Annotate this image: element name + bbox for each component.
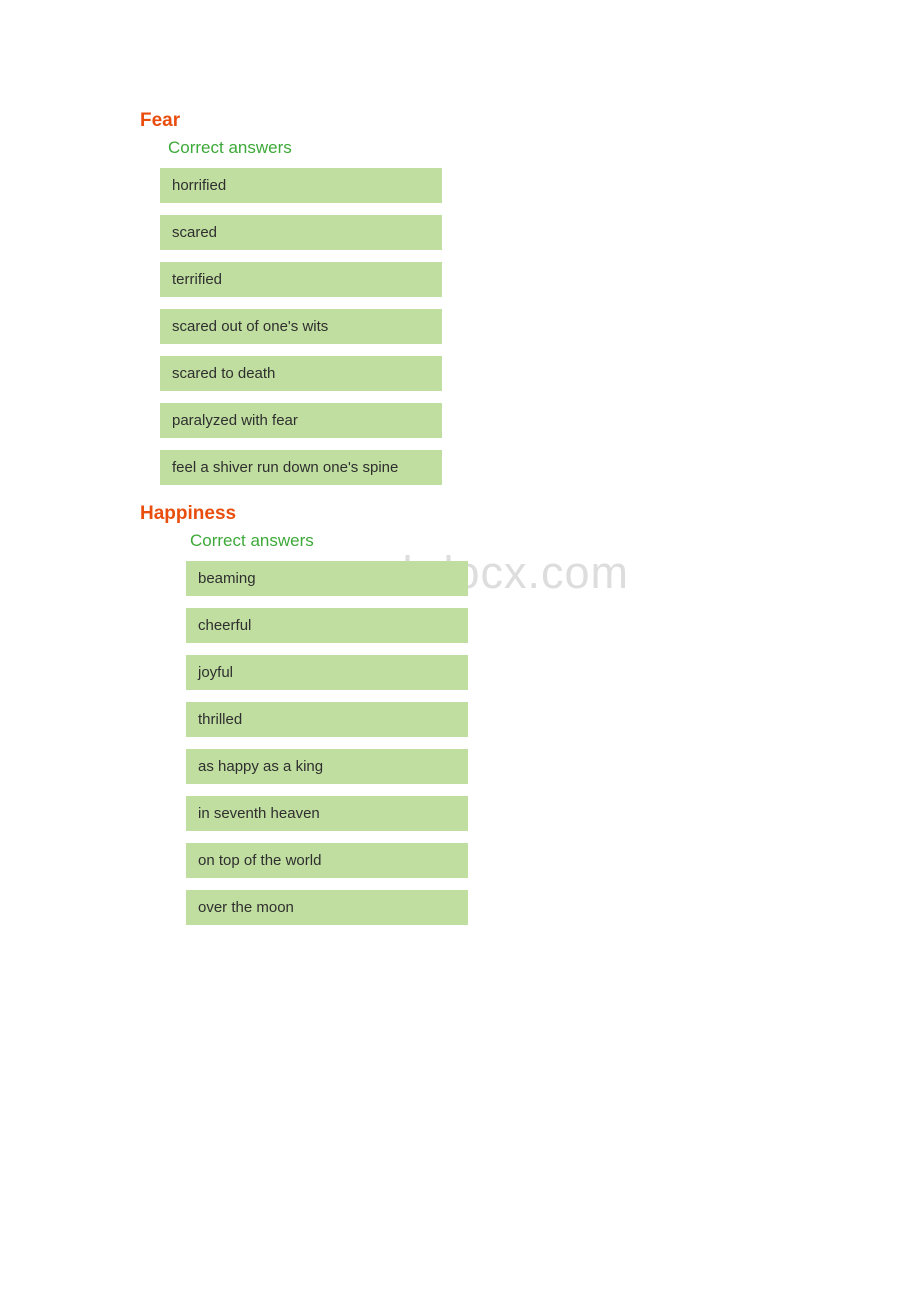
answer-item: paralyzed with fear [160,403,442,438]
answer-item: beaming [186,561,468,596]
correct-answers-label: Correct answers [168,138,780,158]
answer-item: joyful [186,655,468,690]
section-happiness: Happiness Correct answers beaming cheerf… [140,503,780,925]
answer-item: over the moon [186,890,468,925]
answer-item: as happy as a king [186,749,468,784]
answer-item: feel a shiver run down one's spine [160,450,442,485]
answer-item: in seventh heaven [186,796,468,831]
answer-item: thrilled [186,702,468,737]
answer-item: scared out of one's wits [160,309,442,344]
answers-block-happiness: beaming cheerful joyful thrilled as happ… [186,561,780,925]
section-heading-happiness: Happiness [140,503,780,525]
section-fear: Fear Correct answers horrified scared te… [140,110,780,485]
answer-item: cheerful [186,608,468,643]
answer-item: on top of the world [186,843,468,878]
answer-item: scared to death [160,356,442,391]
correct-answers-label: Correct answers [190,531,780,551]
answers-block-fear: horrified scared terrified scared out of… [160,168,780,485]
page-container: Fear Correct answers horrified scared te… [0,0,920,925]
answer-item: horrified [160,168,442,203]
answer-item: terrified [160,262,442,297]
section-heading-fear: Fear [140,110,780,132]
answer-item: scared [160,215,442,250]
